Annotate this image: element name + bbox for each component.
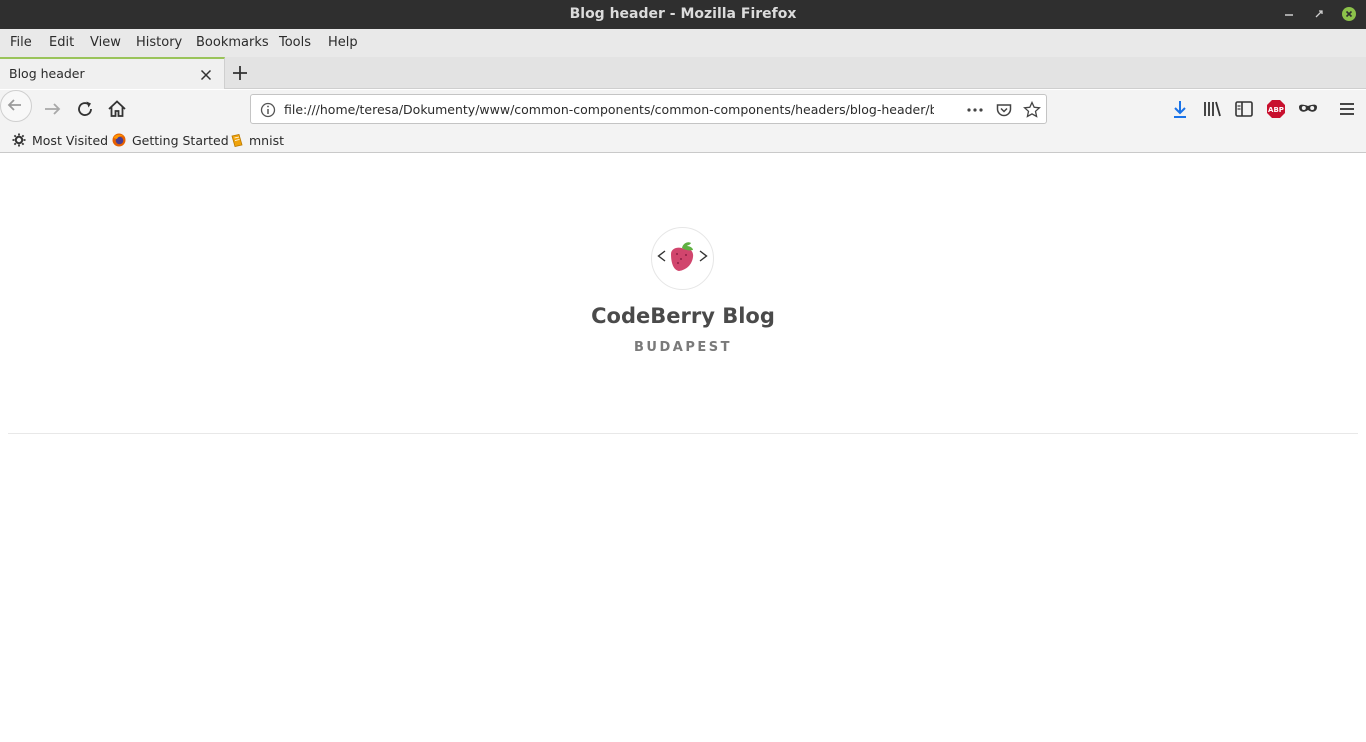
- tab-title: Blog header: [9, 66, 85, 81]
- pocket-icon[interactable]: [995, 101, 1013, 119]
- bookmark-label: Most Visited: [32, 133, 109, 148]
- page-actions-icon[interactable]: [966, 101, 984, 119]
- url-bar[interactable]: file:///home/teresa/Dokumenty/www/common…: [250, 94, 1047, 124]
- menu-view[interactable]: View: [90, 35, 121, 50]
- back-button[interactable]: [0, 90, 32, 122]
- tab-strip: Blog header: [0, 57, 1366, 89]
- site-info-icon[interactable]: [259, 101, 277, 119]
- window-title: Blog header - Mozilla Firefox: [569, 6, 797, 22]
- menu-history[interactable]: History: [136, 35, 182, 50]
- folder-icon: [231, 134, 243, 147]
- page-content: CodeBerry Blog BUDAPEST: [0, 154, 1366, 742]
- close-window-icon[interactable]: [1342, 7, 1356, 21]
- maximize-icon[interactable]: [1312, 7, 1326, 21]
- navigation-toolbar: file:///home/teresa/Dokumenty/www/common…: [0, 90, 1366, 128]
- svg-text:ABP: ABP: [1268, 106, 1284, 114]
- bookmark-mnist[interactable]: mnist: [230, 132, 286, 150]
- sidebar-icon[interactable]: [1233, 98, 1255, 120]
- bookmark-most-visited[interactable]: Most Visited: [12, 132, 108, 150]
- menu-bar: File Edit View History Bookmarks Tools H…: [0, 29, 1366, 57]
- blog-subtitle: BUDAPEST: [634, 340, 732, 355]
- back-arrow-icon: [7, 99, 21, 111]
- bookmarks-toolbar: Most Visited Getting Started mnist: [0, 128, 1366, 153]
- header-divider: [8, 433, 1358, 434]
- menu-bookmarks[interactable]: Bookmarks: [196, 35, 269, 50]
- gear-icon: [12, 133, 26, 147]
- bookmark-label: mnist: [249, 133, 284, 148]
- minimize-icon[interactable]: [1282, 7, 1296, 21]
- library-icon[interactable]: [1201, 98, 1223, 120]
- menu-edit[interactable]: Edit: [49, 35, 74, 50]
- menu-help[interactable]: Help: [328, 35, 358, 50]
- new-tab-icon[interactable]: [231, 64, 249, 82]
- adblock-plus-icon[interactable]: ABP: [1265, 98, 1287, 120]
- home-icon[interactable]: [106, 98, 128, 120]
- window-titlebar: Blog header - Mozilla Firefox: [0, 0, 1366, 29]
- bookmark-label: Getting Started: [132, 133, 229, 148]
- bookmark-star-icon[interactable]: [1023, 101, 1041, 119]
- blog-title: CodeBerry Blog: [591, 304, 775, 328]
- codeberry-logo-icon: [657, 242, 708, 271]
- downloads-icon[interactable]: [1169, 98, 1191, 120]
- private-mask-icon[interactable]: [1297, 98, 1319, 120]
- close-tab-icon[interactable]: [199, 68, 213, 82]
- forward-arrow-icon[interactable]: [42, 98, 64, 120]
- bookmark-getting-started[interactable]: Getting Started: [112, 132, 229, 150]
- firefox-icon: [112, 133, 126, 147]
- hamburger-menu-icon[interactable]: [1336, 98, 1358, 120]
- menu-tools[interactable]: Tools: [279, 35, 311, 50]
- reload-icon[interactable]: [74, 98, 96, 120]
- url-text[interactable]: file:///home/teresa/Dokumenty/www/common…: [284, 102, 934, 117]
- menu-file[interactable]: File: [10, 35, 32, 50]
- tab-blog-header[interactable]: Blog header: [0, 57, 225, 89]
- blog-logo: [651, 227, 714, 290]
